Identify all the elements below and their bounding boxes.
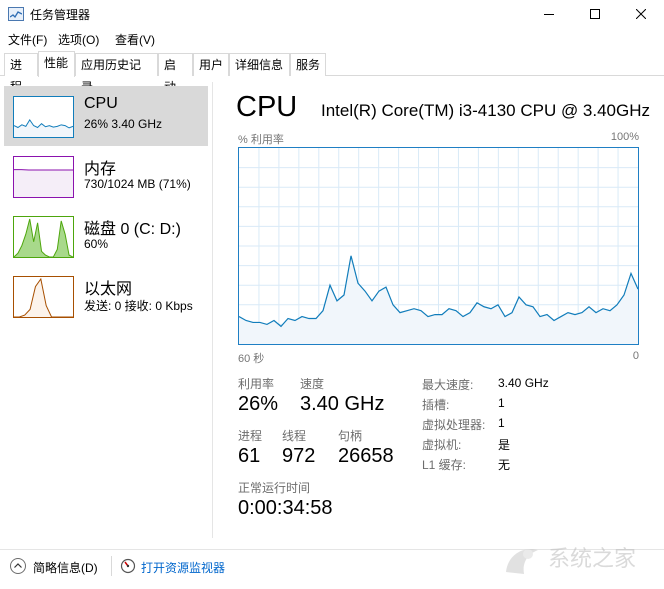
window-title: 任务管理器 xyxy=(30,8,91,22)
threads-value: 972 xyxy=(282,445,316,467)
uptime-label: 正常运行时间 xyxy=(238,481,311,495)
tab-startup[interactable]: 启动 xyxy=(158,53,193,94)
thumbnail-area xyxy=(14,169,73,197)
spec-value-l1-cache: 无 xyxy=(498,458,511,472)
close-icon xyxy=(636,9,646,19)
spec-label-sockets: 插槽: xyxy=(422,398,450,412)
menu-bar: 文件(F) 选项(O) 查看(V) xyxy=(0,28,664,49)
spec-label-max-speed: 最大速度: xyxy=(422,378,474,392)
resource-name: 以太网 xyxy=(84,281,133,298)
handles-value: 26658 xyxy=(338,445,394,467)
fewer-details-button[interactable]: 简略信息(D) xyxy=(33,559,98,576)
thumbnail-area xyxy=(14,219,73,257)
processes-label: 进程 xyxy=(238,429,263,443)
resource-item-ethernet[interactable]: 以太网 发送: 0 接收: 0 Kbps xyxy=(4,266,208,326)
thumbnail-area xyxy=(14,279,73,317)
utilization-label: 利用率 xyxy=(238,377,275,391)
open-resource-monitor-link[interactable]: 打开资源监视器 xyxy=(141,559,225,576)
thumbnail-area xyxy=(14,119,73,137)
cpu-thumbnail xyxy=(13,96,74,138)
cpu-heading: CPU xyxy=(236,91,298,123)
tab-performance[interactable]: 性能 xyxy=(38,51,75,77)
resource-detail: 60% xyxy=(84,237,109,251)
resource-monitor-icon[interactable] xyxy=(120,558,136,574)
minimize-button[interactable] xyxy=(526,0,572,28)
resource-item-cpu[interactable]: CPU 26% 3.40 GHz xyxy=(4,86,208,146)
menu-options[interactable]: 选项(O) xyxy=(58,31,99,48)
tab-services[interactable]: 服务 xyxy=(290,53,326,76)
spec-value-max-speed: 3.40 GHz xyxy=(498,376,549,390)
maximize-icon xyxy=(590,9,600,19)
pane-divider xyxy=(212,82,213,538)
graph-time-span: 60 秒 xyxy=(238,353,265,365)
resource-list: CPU 26% 3.40 GHz 内存 730/1024 MB (71%) 磁盘… xyxy=(0,82,212,538)
watermark-text: 系统之家 xyxy=(548,547,636,572)
graph-time-end: 0 xyxy=(632,350,639,362)
spec-label-virtual-processors: 虚拟处理器: xyxy=(422,418,486,432)
chevron-up-icon[interactable] xyxy=(10,558,26,574)
resource-item-memory[interactable]: 内存 730/1024 MB (71%) xyxy=(4,146,208,206)
resource-detail: 发送: 0 接收: 0 Kbps xyxy=(84,299,193,313)
cpu-model-name: Intel(R) Core(TM) i3-4130 CPU @ 3.40GHz xyxy=(321,101,651,120)
graph-y-max: 100% xyxy=(610,131,639,143)
menu-view[interactable]: 查看(V) xyxy=(115,31,155,48)
minimize-icon xyxy=(544,14,554,15)
threads-label: 线程 xyxy=(282,429,307,443)
processes-value: 61 xyxy=(238,445,261,467)
spec-value-virtual-processors: 1 xyxy=(498,416,505,430)
title-bar: 任务管理器 xyxy=(0,0,664,28)
handles-label: 句柄 xyxy=(338,429,363,443)
ethernet-thumbnail xyxy=(13,276,74,318)
tab-bar: 进程 性能 应用历史记录 启动 用户 详细信息 服务 xyxy=(0,49,664,94)
disk-thumbnail xyxy=(13,216,74,258)
task-manager-icon xyxy=(8,7,24,21)
memory-thumbnail xyxy=(13,156,74,198)
utilization-value: 26% xyxy=(238,393,279,415)
spec-label-virtual-machine: 虚拟机: xyxy=(422,438,462,452)
footer-separator xyxy=(111,556,112,576)
resource-name: 内存 xyxy=(84,161,117,178)
resource-detail: 26% 3.40 GHz xyxy=(84,117,163,131)
resource-name: 磁盘 0 (C: D:) xyxy=(84,221,181,238)
spec-value-sockets: 1 xyxy=(498,396,505,410)
spec-label-l1-cache: L1 缓存: xyxy=(422,458,467,472)
menu-file[interactable]: 文件(F) xyxy=(8,31,47,48)
maximize-button[interactable] xyxy=(572,0,618,28)
resource-detail: 730/1024 MB (71%) xyxy=(84,177,191,191)
resource-item-disk[interactable]: 磁盘 0 (C: D:) 60% xyxy=(4,206,208,266)
uptime-value: 0:00:34:58 xyxy=(238,497,333,519)
tab-processes[interactable]: 进程 xyxy=(4,53,38,94)
tab-details[interactable]: 详细信息 xyxy=(229,53,290,76)
tab-app-history[interactable]: 应用历史记录 xyxy=(75,53,158,94)
resource-name: CPU xyxy=(84,95,118,112)
speed-label: 速度 xyxy=(300,377,325,391)
site-watermark: 系统之家 xyxy=(498,532,660,584)
cpu-utilization-graph xyxy=(238,147,639,345)
graph-y-label: % 利用率 xyxy=(238,134,284,146)
tab-users[interactable]: 用户 xyxy=(193,53,229,76)
close-button[interactable] xyxy=(618,0,664,28)
spec-value-virtual-machine: 是 xyxy=(498,438,511,452)
speed-value: 3.40 GHz xyxy=(300,393,385,415)
